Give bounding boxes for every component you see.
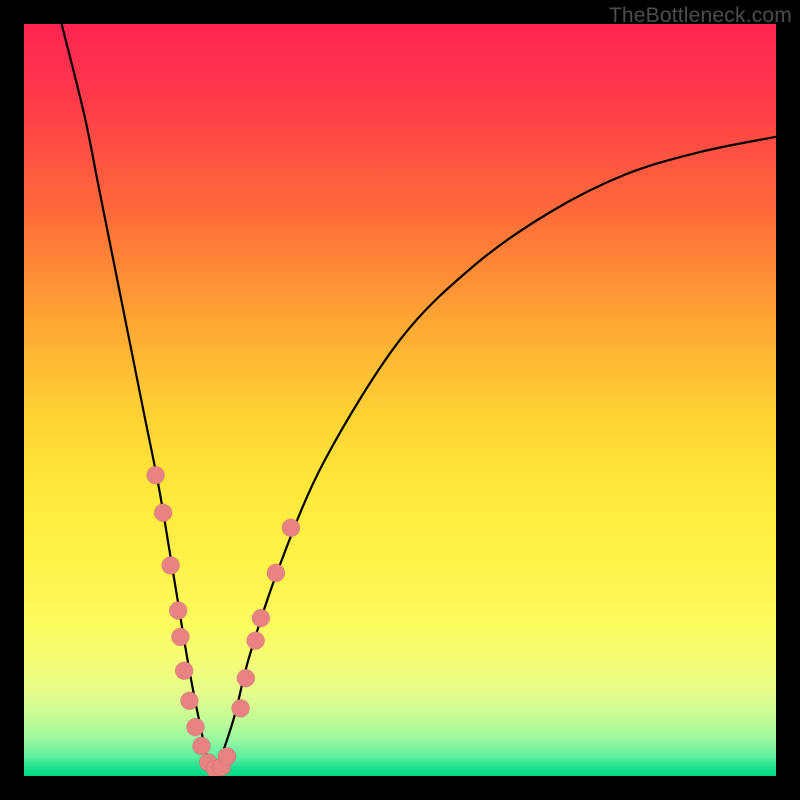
marker-group [147,466,300,776]
data-marker [186,718,204,736]
chart-frame [24,24,776,776]
bottleneck-curve [62,24,776,776]
chart-overlay [24,24,776,776]
data-marker [247,632,265,650]
data-marker [232,699,250,717]
data-marker [218,747,236,765]
data-marker [282,519,300,537]
data-marker [147,466,165,484]
data-marker [237,669,255,687]
data-marker [267,564,285,582]
watermark-text: TheBottleneck.com [609,4,792,28]
data-marker [252,609,270,627]
data-marker [171,628,189,646]
data-marker [192,737,210,755]
data-marker [169,602,187,620]
data-marker [180,692,198,710]
data-marker [154,504,172,522]
data-marker [175,662,193,680]
data-marker [162,556,180,574]
